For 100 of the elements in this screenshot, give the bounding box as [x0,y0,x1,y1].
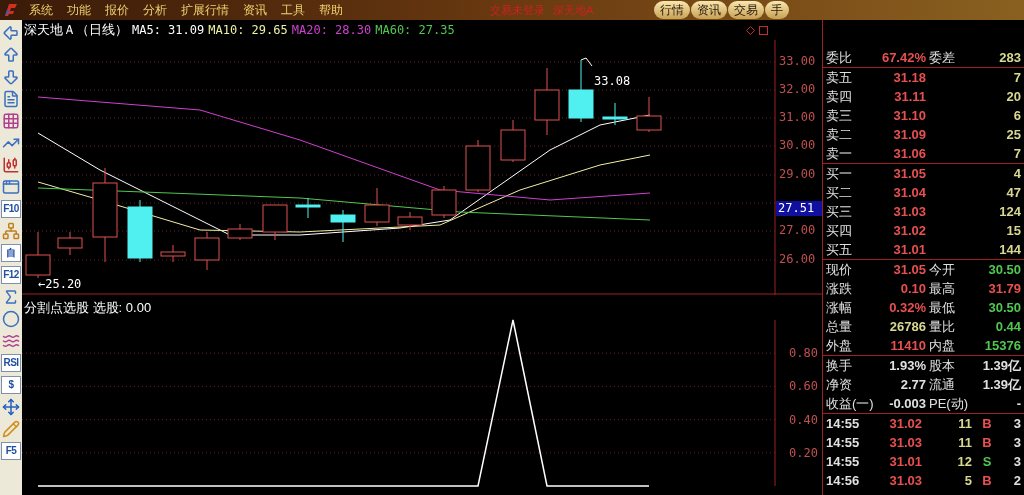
candlestick [330,209,356,243]
trade-side: B [981,417,993,430]
quote-label: 今开 [929,263,956,276]
price-axis-label: 33.00 [779,55,816,67]
quote-label: 买四 [826,224,853,237]
candlestick [262,204,288,241]
app-logo-icon [3,2,19,18]
price-axis-label: 31.00 [779,111,816,123]
quote-label: 净资 [826,378,853,391]
quote-value: -0.003 [888,397,926,410]
quote-value: - [1016,397,1021,410]
left-arrow-icon[interactable] [2,24,20,42]
quote-label: 内盘 [929,339,956,352]
trade-price: 31.02 [888,417,922,430]
high-marker-line [580,57,593,67]
quote-value: 30.50 [988,301,1021,314]
quote-label: 涨跌 [826,282,853,295]
grid-icon[interactable] [2,112,20,130]
square-icon[interactable] [759,25,768,35]
quote-label: 卖四 [826,90,853,103]
circle-icon[interactable] [2,310,20,328]
quote-value: 144 [999,243,1021,256]
trade-time: 14:55 [826,455,861,468]
quote-value: 0.44 [995,320,1021,333]
quote-value: 47 [1006,186,1021,199]
toolbar-button[interactable]: F12 [1,266,21,284]
view-tab[interactable]: 行情 [654,1,690,19]
candlestick [127,199,153,263]
quote-label: 换手 [826,359,853,372]
report-icon[interactable] [2,90,20,108]
toolbar-button[interactable]: $ [1,376,21,394]
price-axis-label: 32.00 [779,83,816,95]
candlestick [227,223,253,241]
trade-time: 14:55 [826,417,861,430]
pencil-icon[interactable] [2,420,20,438]
quote-label: 卖一 [826,147,853,160]
view-tab[interactable]: 手 [765,1,789,19]
indicator-value: MA10: 29.65 [208,22,288,39]
toolbar-button[interactable]: 自 [1,244,21,262]
quote-value: 15376 [984,339,1021,352]
menu-item[interactable]: 系统 [22,1,60,19]
trade-count: 3 [1012,436,1021,449]
candlestick-icon[interactable] [2,156,20,174]
quote-value: 7 [1013,71,1021,84]
menu-item[interactable]: 扩展行情 [174,1,236,19]
quote-value: 30.50 [988,263,1021,276]
toolbar-button[interactable]: F10 [1,200,21,218]
menu-item[interactable]: 帮助 [312,1,350,19]
quote-value: 4 [1013,167,1021,180]
wave-icon[interactable] [2,332,20,350]
quote-value: 15 [1006,224,1021,237]
quote-label: 买三 [826,205,853,218]
candlestick [568,59,594,123]
menu-item[interactable]: 工具 [274,1,312,19]
trade-side: B [981,436,993,449]
trade-time: 14:56 [826,474,861,487]
quote-label: 股本 [929,359,956,372]
candlestick [431,185,457,219]
tree-icon[interactable] [2,222,20,240]
candlestick [602,102,628,126]
view-tab[interactable]: 交易 [728,1,764,19]
low-price-label: ←25.20 [38,276,82,293]
candlestick [636,96,662,133]
menu-item[interactable]: 分析 [136,1,174,19]
quote-value: 31.18 [892,71,926,84]
menu-item[interactable]: 资讯 [236,1,274,19]
axis-tick-label: 0.80 [789,346,818,361]
quote-value: 31.09 [892,128,926,141]
axis-tick-label: 0.20 [789,445,818,460]
up-arrow-icon[interactable] [2,46,20,64]
quote-value: 6 [1013,109,1021,122]
menu-item[interactable]: 报价 [98,1,136,19]
candlestick [465,139,491,193]
quote-label: 现价 [826,263,853,276]
windows-icon[interactable] [2,178,20,196]
quote-value: 1.39亿 [982,359,1021,372]
candlestick [397,211,423,231]
quote-label: 买一 [826,167,853,180]
candlestick [57,231,83,256]
price-axis-label: 30.00 [779,139,816,151]
quote-label: 买二 [826,186,853,199]
quote-value: 1.39亿 [982,378,1021,391]
trade-volume: 12 [956,455,972,468]
quote-value: 1.93% [888,359,926,372]
move-icon[interactable] [2,398,20,416]
quote-label: 外盘 [826,339,853,352]
view-tab[interactable]: 资讯 [691,1,727,19]
quote-value: 31.02 [892,224,926,237]
down-arrow-icon[interactable] [2,68,20,86]
trade-side: S [981,455,993,468]
quote-label: 买五 [826,243,853,256]
axis-tick-label: 0.60 [789,379,818,394]
menu-item[interactable]: 功能 [60,1,98,19]
axis-tick-label: 0.40 [789,412,818,427]
status-text: 交易未登录 [490,2,545,18]
diamond-icon[interactable] [746,25,755,35]
toolbar-button[interactable]: RSI [1,354,21,372]
quote-label: PE(动) [929,397,969,410]
toolbar-button[interactable]: F5 [1,442,21,460]
quote-value: 2.77 [899,378,926,391]
